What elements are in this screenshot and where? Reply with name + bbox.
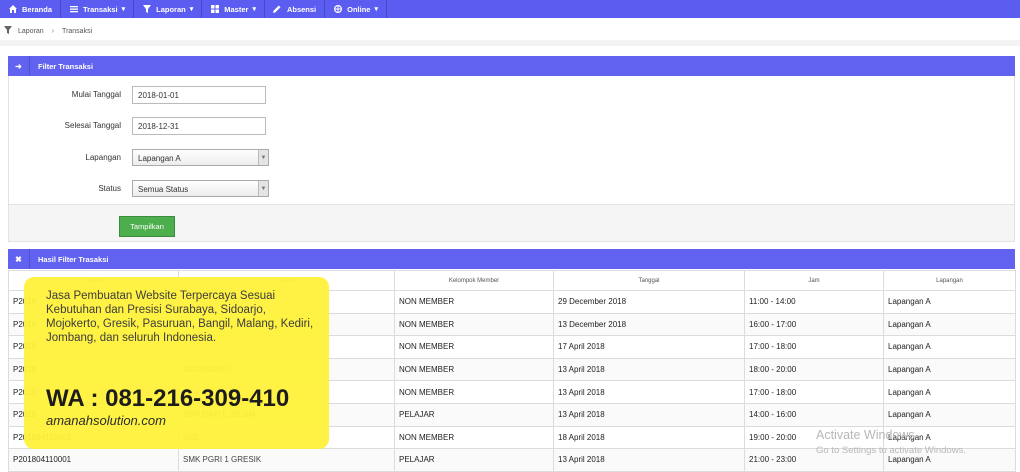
- nav-item-label: Absensi: [286, 4, 317, 14]
- ad-banner[interactable]: Jasa Pembuatan Website Terpercaya Sesuai…: [24, 277, 329, 449]
- column-header[interactable]: Lapangan: [883, 270, 1016, 291]
- chevron-down-icon: ▾: [374, 6, 378, 13]
- filter-icon: [4, 26, 12, 36]
- results-panel-title: Hasil Filter Trasaksi: [38, 254, 109, 264]
- nav-item-master[interactable]: Master ▾: [202, 0, 265, 18]
- show-button[interactable]: Tampilkan: [119, 216, 175, 237]
- status-row: Status Semua Status ▼: [9, 179, 1016, 199]
- table-cell: 13 April 2018: [553, 402, 745, 427]
- table-cell: Lapangan A: [883, 312, 1016, 337]
- filter-icon: [142, 5, 151, 14]
- results-panel-header: ✖ Hasil Filter Trasaksi: [8, 249, 1015, 269]
- filter-panel-title: Filter Transaksi: [38, 61, 94, 71]
- nav-item-beranda[interactable]: Beranda: [0, 0, 62, 18]
- table-cell: Lapangan A: [883, 402, 1016, 427]
- table-cell: 14:00 - 16:00: [744, 402, 884, 427]
- table-cell: 18:00 - 20:00: [744, 357, 884, 382]
- table-cell: 17:00 - 18:00: [744, 380, 884, 404]
- end-date-label: Selesai Tanggal: [64, 121, 121, 130]
- table-cell: 13 April 2018: [553, 448, 745, 472]
- pencil-icon: [273, 5, 282, 14]
- activate-title: Activate Windows: [816, 428, 915, 442]
- grid-icon: [210, 5, 219, 14]
- table-cell: 16:00 - 17:00: [744, 312, 884, 337]
- activate-windows-watermark: Activate Windows Go to Settings to activ…: [816, 428, 966, 456]
- filter-actions: Tampilkan: [8, 204, 1015, 242]
- nav-item-absensi[interactable]: Absensi: [265, 0, 326, 18]
- table-cell: 18 April 2018: [553, 425, 745, 450]
- chevron-down-icon: ▼: [258, 181, 268, 196]
- status-label: Status: [98, 184, 121, 193]
- table-cell: Lapangan A: [883, 335, 1016, 359]
- field-select-value: Lapangan A: [138, 154, 181, 163]
- nav-item-label: Online: [347, 4, 371, 14]
- chevron-down-icon: ▾: [252, 6, 256, 13]
- start-date-input[interactable]: 2018-01-01: [132, 86, 266, 104]
- field-row: Lapangan Lapangan A ▼: [9, 148, 1016, 168]
- nav-item-label: Laporan: [156, 4, 186, 14]
- ad-text: Jasa Pembuatan Website Terpercaya Sesuai…: [46, 290, 314, 344]
- status-select[interactable]: Semua Status ▼: [132, 180, 269, 197]
- table-cell: 13 December 2018: [553, 312, 745, 337]
- top-navbar: Beranda Transaksi ▾ Laporan ▾ Master ▾ Absensi O…: [0, 0, 1020, 18]
- filter-panel-header: ➜ Filter Transaksi: [8, 56, 1015, 76]
- table-cell: Lapangan A: [883, 290, 1016, 314]
- ad-site: amanahsolution.com: [46, 413, 166, 428]
- list-icon: [69, 5, 78, 14]
- nav-item-label: Master: [224, 4, 249, 14]
- nav-item-label: Beranda: [22, 4, 53, 14]
- arrow-right-icon[interactable]: ➜: [8, 56, 30, 76]
- nav-item-transaksi[interactable]: Transaksi ▾: [61, 0, 135, 18]
- filter-form: Mulai Tanggal 2018-01-01 Selesai Tanggal…: [8, 76, 1015, 204]
- field-select[interactable]: Lapangan A ▼: [132, 149, 269, 166]
- table-cell: PELAJAR: [394, 402, 554, 427]
- table-cell: PELAJAR: [394, 448, 554, 472]
- end-date-input[interactable]: 2018-12-31: [132, 117, 266, 135]
- table-cell: 29 December 2018: [553, 290, 745, 314]
- nav-item-online[interactable]: Online ▾: [325, 0, 387, 18]
- table-cell: Lapangan A: [883, 380, 1016, 404]
- home-icon: [8, 5, 17, 14]
- breadcrumb-divider: [0, 40, 1020, 46]
- table-cell: 13 April 2018: [553, 357, 745, 382]
- field-label: Lapangan: [85, 153, 121, 162]
- table-cell: NON MEMBER: [394, 425, 554, 450]
- start-date-row: Mulai Tanggal 2018-01-01: [9, 85, 1016, 105]
- table-cell: 17 April 2018: [553, 335, 745, 359]
- start-date-label: Mulai Tanggal: [71, 90, 121, 99]
- ad-phone: WA : 081-216-309-410: [46, 385, 290, 412]
- table-cell: Lapangan A: [883, 357, 1016, 382]
- chevron-down-icon: ▼: [258, 150, 268, 165]
- breadcrumb: Laporan › Transaksi: [0, 22, 1020, 40]
- breadcrumb-current: Transaksi: [62, 27, 93, 35]
- table-cell: NON MEMBER: [394, 290, 554, 314]
- table-cell: 17:00 - 18:00: [744, 335, 884, 359]
- table-cell: NON MEMBER: [394, 380, 554, 404]
- table-cell: 13 April 2018: [553, 380, 745, 404]
- table-cell: NON MEMBER: [394, 312, 554, 337]
- globe-icon: [333, 5, 342, 14]
- breadcrumb-root[interactable]: Laporan: [18, 28, 44, 35]
- table-cell: SMK PGRI 1 GRESIK: [178, 448, 395, 472]
- activate-subtitle: Go to Settings to activate Windows.: [816, 445, 966, 456]
- nav-item-label: Transaksi: [83, 4, 118, 14]
- chevron-down-icon: ▾: [189, 6, 194, 13]
- status-select-value: Semua Status: [138, 185, 189, 194]
- table-cell: 11:00 - 14:00: [744, 290, 884, 314]
- end-date-row: Selesai Tanggal 2018-12-31: [9, 116, 1016, 136]
- table-cell: NON MEMBER: [394, 357, 554, 382]
- column-header[interactable]: Tanggal: [553, 270, 745, 291]
- chevron-down-icon: ▾: [121, 6, 126, 13]
- nav-item-laporan[interactable]: Laporan ▾: [134, 0, 203, 18]
- column-header[interactable]: Jam: [744, 270, 884, 291]
- chevron-right-icon: ›: [51, 27, 55, 35]
- table-cell: NON MEMBER: [394, 335, 554, 359]
- close-icon[interactable]: ✖: [8, 249, 30, 269]
- table-cell: P201804110001: [8, 448, 179, 472]
- column-header[interactable]: Kelompok Member: [394, 270, 554, 291]
